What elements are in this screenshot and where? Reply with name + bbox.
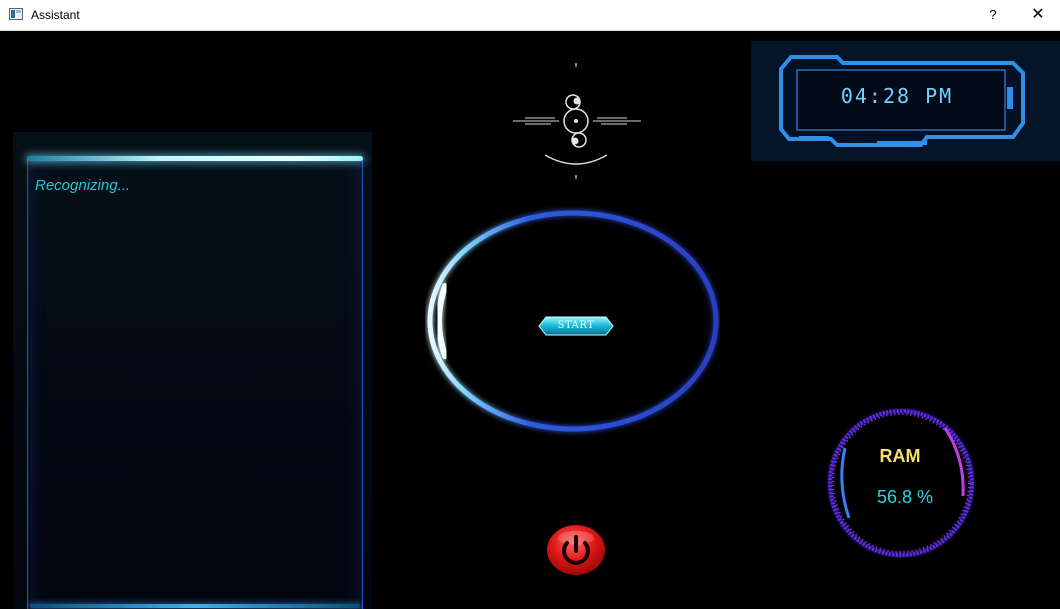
title-bar: Assistant ? ✕ (0, 0, 1060, 31)
ram-label: RAM (879, 446, 921, 466)
help-button[interactable]: ? (975, 0, 1011, 30)
assistant-main-area: Recognizing... START 04:28 PM RAM 56.8 % (0, 31, 1060, 609)
crosshair-hud-icon (513, 63, 641, 179)
app-window-icon (9, 8, 23, 20)
power-icon (547, 525, 605, 575)
close-button[interactable]: ✕ (1016, 0, 1060, 30)
window-title: Assistant (31, 8, 80, 22)
recognizer-panel-bottom-glow (30, 604, 360, 608)
ram-usage-ring (828, 409, 974, 557)
recognizer-panel-top-glow (27, 156, 363, 161)
ram-usage-value: 56.8 % (876, 487, 934, 507)
power-button[interactable] (546, 524, 606, 576)
recognizer-status-text: Recognizing... (35, 177, 131, 194)
start-button-label: START (557, 320, 595, 331)
start-button[interactable]: START (538, 315, 614, 337)
recognizer-panel-frame (27, 158, 363, 609)
clock-time: 04:28 PM (840, 84, 954, 108)
